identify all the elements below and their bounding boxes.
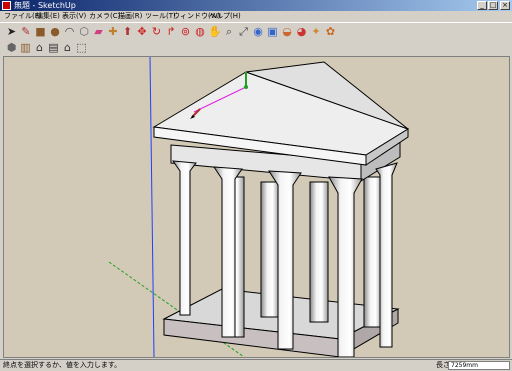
drawing-viewport[interactable] [3, 56, 510, 358]
maximize-button[interactable]: □ [488, 1, 498, 10]
iso-view-icon[interactable]: ⬢ [5, 41, 18, 54]
status-bar: 終点を選択するか、値を入力します。 長さ 7259mm [0, 359, 512, 371]
send-to-layout-icon[interactable]: ◒ [281, 25, 294, 38]
front-view-icon[interactable]: ⌂ [33, 41, 46, 54]
column [260, 181, 280, 318]
main-toolbar: ➤ ✎ ■ ● ◠ ⬡ ▰ ✚ ⬆ ✥ ↻ ↱ ⊚ ◍ ✋ ⌕ ⤢ ◉ ▣ ◒ ◕ ✦ ✿ [0, 22, 512, 39]
zoom-icon[interactable]: ⌕ [223, 25, 236, 38]
column [363, 176, 383, 328]
window-title: 無題 - SketchUp [14, 1, 76, 10]
extension-icon[interactable]: ✿ [324, 25, 337, 38]
model-canvas [4, 57, 509, 357]
orbit-icon[interactable]: ◍ [194, 25, 207, 38]
close-button[interactable]: × [500, 1, 510, 10]
menu-bar: ファイル(F) 編集(E) 表示(V) カメラ(C) 描画(R) ツール(T) … [0, 11, 512, 22]
offset-icon[interactable]: ⊚ [179, 25, 192, 38]
pan-hand-icon[interactable]: ✋ [208, 25, 222, 38]
menu-tools[interactable]: ツール(T) [145, 11, 176, 22]
top-view-icon[interactable]: ▥ [19, 41, 32, 54]
arc-icon[interactable]: ◠ [63, 25, 76, 38]
follow-me-icon[interactable]: ↱ [165, 25, 178, 38]
push-pull-icon[interactable]: ⬆ [121, 25, 134, 38]
menu-view[interactable]: 表示(V) [62, 11, 86, 22]
circle-icon[interactable]: ● [49, 25, 62, 38]
get-models-icon[interactable]: ◉ [252, 25, 265, 38]
status-hint-text: 終点を選択するか、値を入力します。 [3, 361, 122, 369]
select-arrow-icon[interactable]: ➤ [5, 25, 18, 38]
paint-bucket-icon[interactable]: ✚ [107, 25, 120, 38]
back-view-icon[interactable]: ⌂ [61, 41, 74, 54]
measurements-input[interactable]: 7259mm [448, 361, 510, 370]
endpoint-marker [244, 85, 248, 89]
get-photo-texture-icon[interactable]: ◕ [295, 25, 308, 38]
move-icon[interactable]: ✥ [136, 25, 149, 38]
minimize-button[interactable]: _ [477, 1, 487, 10]
menu-help[interactable]: ヘルプ(H) [209, 11, 241, 22]
components-icon[interactable]: ✦ [310, 25, 323, 38]
menu-camera[interactable]: カメラ(C) [89, 11, 120, 22]
menu-edit[interactable]: 編集(E) [36, 11, 60, 22]
eraser-icon[interactable]: ▰ [92, 25, 105, 38]
column [309, 181, 329, 323]
menu-draw[interactable]: 描画(R) [118, 11, 142, 22]
views-toolbar: ⬢ ▥ ⌂ ▤ ⌂ ⬚ [0, 39, 90, 55]
pencil-icon[interactable]: ✎ [20, 25, 33, 38]
title-bar: 無題 - SketchUp _ □ × [0, 0, 512, 11]
right-view-icon[interactable]: ▤ [47, 41, 60, 54]
zoom-extents-icon[interactable]: ⤢ [237, 25, 250, 38]
make-component-icon[interactable]: ⬡ [78, 25, 91, 38]
share-model-icon[interactable]: ▣ [266, 25, 279, 38]
rectangle-icon[interactable]: ■ [34, 25, 47, 38]
rotate-icon[interactable]: ↻ [150, 25, 163, 38]
sketchup-app-icon [2, 1, 11, 10]
left-view-icon[interactable]: ⬚ [75, 41, 88, 54]
